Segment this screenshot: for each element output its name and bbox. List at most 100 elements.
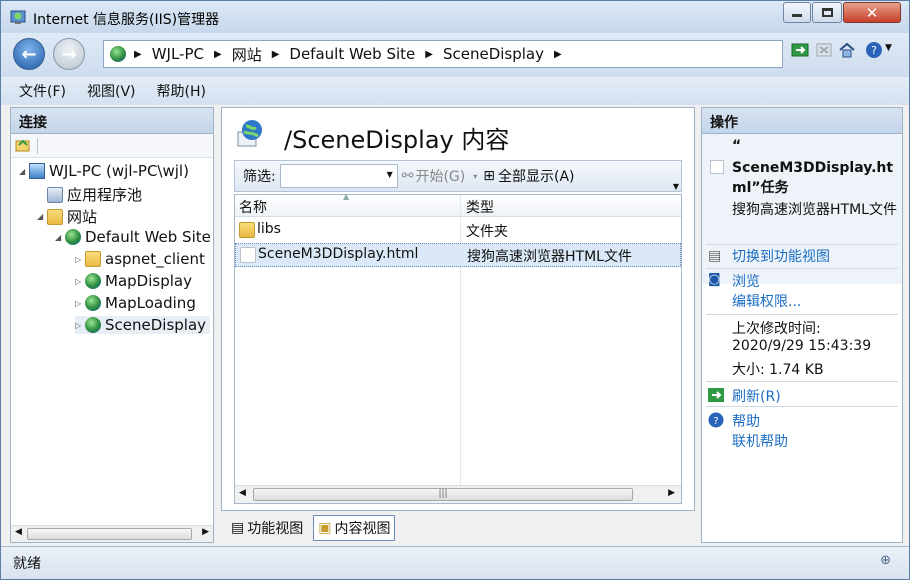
globe-icon	[110, 46, 126, 62]
tree-label: MapDisplay	[105, 272, 192, 290]
refresh-link[interactable]: 刷新(R)	[732, 386, 781, 406]
expand-arrow-icon[interactable]: ▷	[75, 277, 85, 286]
close-button[interactable]: ✕	[843, 2, 901, 23]
tab-content-view[interactable]: ▣ 内容视图	[313, 515, 396, 541]
status-bar: 就绪 ⊕	[1, 546, 909, 579]
collapse-arrow-icon[interactable]: ◢	[19, 167, 29, 176]
tree-node-mapdisplay[interactable]: ▷ MapDisplay	[75, 272, 192, 290]
address-bar[interactable]: ▶ WJL-PC ▶ 网站 ▶ Default Web Site ▶ Scene…	[103, 40, 783, 68]
expand-arrow-icon[interactable]: ▷	[75, 299, 85, 308]
show-all-label: 全部显示(A)	[497, 169, 575, 185]
application-icon	[85, 317, 101, 333]
quote-mark: “	[732, 138, 742, 154]
scroll-left-icon[interactable]: ◀	[15, 527, 22, 537]
sites-folder-icon	[47, 208, 63, 225]
tree-node-apppools[interactable]: 应用程序池	[47, 184, 142, 205]
edit-permissions-link[interactable]: 编辑权限...	[732, 291, 801, 311]
connect-icon[interactable]	[15, 137, 31, 153]
refresh-icon[interactable]	[791, 41, 809, 59]
breadcrumb-server[interactable]: WJL-PC	[146, 45, 210, 63]
show-all-button[interactable]: ⊞ 全部显示(A)	[483, 166, 574, 186]
refresh-icon	[708, 388, 724, 402]
minimize-button[interactable]	[783, 2, 811, 23]
filter-toolbar: 筛选: ▼ ⚯ 开始(G) ▾ ⊞ 全部显示(A) ▼	[234, 160, 682, 192]
filter-combo[interactable]: ▼	[279, 164, 398, 188]
back-arrow-icon: ←	[21, 43, 37, 65]
column-type-header[interactable]: 类型	[466, 197, 494, 217]
dropdown-arrow-icon[interactable]: ▼	[387, 170, 393, 179]
breadcrumb-arrow-icon[interactable]: ▶	[210, 49, 226, 60]
tree-label: SceneDisplay	[105, 316, 207, 334]
tab-label: 功能视图	[247, 521, 304, 537]
breadcrumb-scenedisplay[interactable]: SceneDisplay	[437, 45, 550, 63]
tree-label: WJL-PC (wjl-PC\wjl)	[49, 162, 189, 180]
tree-node-aspnet-client[interactable]: ▷ aspnet_client	[75, 250, 205, 268]
tree-label: Default Web Site	[85, 228, 211, 246]
selected-item-type: 搜狗高速浏览器HTML文件	[732, 202, 897, 218]
tree-node-scenedisplay[interactable]: ▷ SceneDisplay	[75, 316, 211, 334]
modified-value: 2020/9/29 15:43:39	[732, 338, 872, 354]
back-button[interactable]: ←	[13, 38, 45, 70]
switch-to-features-link[interactable]: 切换到功能视图	[732, 246, 830, 266]
window-title: Internet 信息服务(IIS)管理器	[33, 12, 220, 28]
tab-features-view[interactable]: ▤ 功能视图	[227, 515, 307, 541]
start-label: 开始(G)	[415, 169, 466, 185]
breadcrumb-sites[interactable]: 网站	[226, 44, 268, 65]
menu-file[interactable]: 文件(F)	[19, 81, 66, 101]
toolbar-overflow-icon[interactable]: ▼	[673, 182, 679, 191]
help-link[interactable]: 帮助	[732, 411, 760, 431]
website-globe-icon	[65, 229, 81, 245]
tree-node-default-site[interactable]: ◢ Default Web Site	[55, 228, 211, 246]
breadcrumb-arrow-icon[interactable]: ▶	[550, 49, 566, 60]
expand-arrow-icon[interactable]: ▷	[75, 255, 85, 264]
menu-view[interactable]: 视图(V)	[87, 81, 136, 101]
list-item[interactable]: libs 文件夹	[235, 218, 681, 242]
view-tabs: ▤ 功能视图 ▣ 内容视图	[227, 515, 401, 541]
menu-help[interactable]: 帮助(H)	[157, 81, 206, 101]
iis-manager-window: Internet 信息服务(IIS)管理器 ✕ ← → ▶ WJL-PC ▶ 网…	[0, 0, 910, 580]
scrollbar-thumb[interactable]: |||	[253, 488, 633, 501]
list-horizontal-scrollbar[interactable]: ◀ ||| ▶	[235, 485, 681, 503]
switch-view-icon: ▤	[708, 248, 722, 264]
start-button[interactable]: ⚯ 开始(G)	[402, 166, 466, 186]
connections-toolbar	[11, 134, 213, 158]
binoculars-icon: ⚯	[401, 168, 414, 184]
help-icon[interactable]: ?	[865, 41, 883, 59]
tree-node-sites[interactable]: ◢ 网站	[37, 206, 97, 227]
html-file-icon	[710, 160, 724, 174]
tree-horizontal-scrollbar[interactable]: ◀ ▶	[11, 525, 213, 542]
scroll-right-icon[interactable]: ▶	[202, 527, 209, 537]
breadcrumb-default-site[interactable]: Default Web Site	[283, 45, 421, 63]
scrollbar-thumb[interactable]	[27, 528, 192, 540]
content-pane: /SceneDisplay 内容 筛选: ▼ ⚯ 开始(G) ▾ ⊞ 全部显示(A)…	[221, 107, 695, 511]
minimize-icon	[792, 14, 802, 17]
forward-button[interactable]: →	[53, 38, 85, 70]
collapse-arrow-icon[interactable]: ◢	[37, 212, 47, 221]
start-dropdown-icon[interactable]: ▾	[473, 172, 477, 181]
tab-label: 内容视图	[334, 521, 391, 537]
online-help-link[interactable]: 联机帮助	[732, 431, 788, 451]
file-size: 大小: 1.74 KB	[732, 362, 824, 378]
features-view-icon: ▤	[231, 520, 245, 536]
stop-icon[interactable]	[815, 41, 833, 59]
tree-node-maploading[interactable]: ▷ MapLoading	[75, 294, 196, 312]
scroll-left-icon[interactable]: ◀	[239, 488, 246, 498]
breadcrumb-arrow-icon[interactable]: ▶	[130, 49, 146, 60]
browse-link[interactable]: 浏览	[732, 271, 760, 291]
list-item-selected[interactable]: SceneM3DDisplay.html 搜狗高速浏览器HTML文件	[235, 243, 681, 267]
help-dropdown-icon[interactable]: ▼	[885, 43, 892, 53]
breadcrumb-arrow-icon[interactable]: ▶	[421, 49, 437, 60]
tree-label: MapLoading	[105, 294, 196, 312]
expand-arrow-icon[interactable]: ▷	[75, 321, 85, 330]
help-icon: ?	[708, 412, 724, 428]
tree-node-server[interactable]: ◢ WJL-PC (wjl-PC\wjl)	[19, 162, 189, 180]
breadcrumb-arrow-icon[interactable]: ▶	[268, 49, 284, 60]
browse-icon: ◙	[708, 272, 721, 287]
collapse-arrow-icon[interactable]: ◢	[55, 233, 65, 242]
scroll-right-icon[interactable]: ▶	[668, 488, 675, 498]
maximize-button[interactable]	[812, 2, 842, 23]
column-name-header[interactable]: 名称	[239, 197, 267, 217]
home-icon[interactable]	[838, 41, 856, 59]
html-file-icon	[240, 247, 256, 263]
folder-icon	[85, 251, 101, 267]
